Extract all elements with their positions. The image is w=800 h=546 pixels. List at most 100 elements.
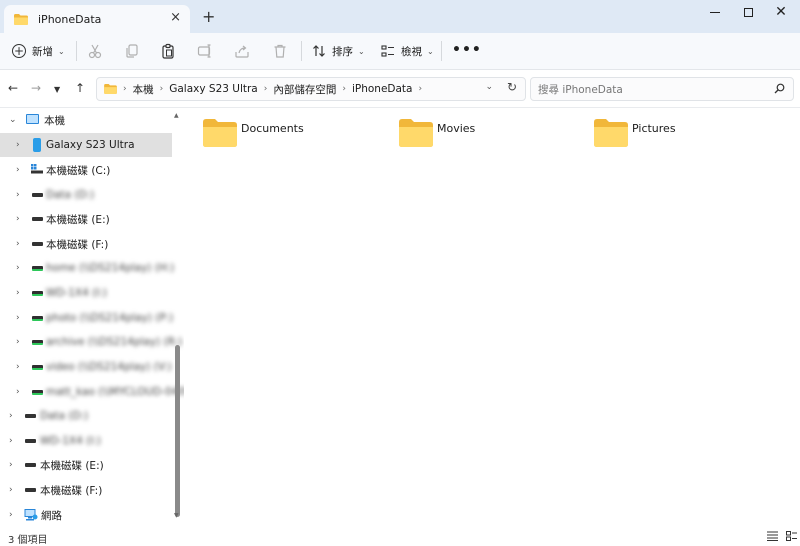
maximize-button[interactable] [731, 0, 765, 24]
cut-icon[interactable] [87, 43, 103, 59]
minimize-icon [710, 11, 720, 13]
breadcrumb-separator: › [263, 84, 268, 94]
breadcrumb-internal-storage[interactable]: 內部儲存空間 [273, 82, 336, 97]
breadcrumb-separator: › [123, 84, 127, 94]
paste-icon[interactable] [160, 43, 176, 59]
details-view-icon[interactable] [767, 531, 778, 541]
sidebar-item-drive-d[interactable]: › Data (D:) [0, 183, 172, 207]
folder-item-pictures[interactable]: Pictures [594, 116, 676, 150]
chevron-right-icon[interactable]: › [16, 239, 20, 249]
chevron-right-icon[interactable]: › [9, 436, 13, 446]
breadcrumb-iphonedata[interactable]: iPhoneData [352, 83, 413, 95]
sidebar-item-drive-f-2[interactable]: › 本機磁碟 (F:) [0, 478, 172, 502]
chevron-down-icon[interactable]: ⌄ [9, 115, 17, 125]
breadcrumb-separator: › [342, 84, 346, 94]
drive-icon [32, 193, 43, 197]
sidebar-item-galaxy-s23[interactable]: › Galaxy S23 Ultra [0, 133, 172, 157]
new-button[interactable]: + 新增 ⌄ [12, 41, 65, 61]
recent-locations-button[interactable]: ▼ [54, 83, 60, 97]
sidebar-item-network-drive-p[interactable]: › photo (\\DS214play) (P:) [0, 306, 173, 330]
breadcrumb-galaxy[interactable]: Galaxy S23 Ultra [169, 83, 258, 95]
folder-item-documents[interactable]: Documents [203, 116, 304, 150]
chevron-right-icon[interactable]: › [16, 288, 20, 298]
sidebar-item-network-drive-h[interactable]: › home (\\DS214play) (H:) [0, 256, 175, 280]
share-icon[interactable] [234, 43, 250, 59]
status-bar: 3 個項目 [0, 526, 800, 546]
sidebar-item-label: 網路 [41, 509, 62, 522]
breadcrumb-separator: › [159, 84, 164, 94]
view-button[interactable]: 檢視 ⌄ [381, 41, 434, 61]
chevron-right-icon[interactable]: › [16, 190, 20, 200]
sidebar-item-network-drive-v[interactable]: › video (\\DS214play) (V:) [0, 355, 172, 379]
sidebar-item-network-drive-i[interactable]: › WD-1X4 (I:) [0, 281, 172, 305]
sidebar-item-drive-e-2[interactable]: › 本機磁碟 (E:) [0, 453, 172, 477]
network-drive-icon [32, 390, 43, 395]
sidebar-item-label: 本機磁碟 (F:) [46, 238, 109, 251]
chevron-right-icon[interactable]: › [16, 362, 20, 372]
new-button-label: 新增 [32, 45, 53, 58]
chevron-right-icon[interactable]: › [16, 165, 20, 175]
sidebar-item-label: Galaxy S23 Ultra [46, 139, 135, 151]
more-options-button[interactable]: ••• [452, 42, 482, 58]
back-button[interactable]: ← [8, 81, 18, 95]
navigation-pane: ⌄ 本機 › Galaxy S23 Ultra › 本機磁碟 (C:) › Da… [0, 108, 192, 527]
sidebar-item-label: home (\\DS214play) (H:) [46, 262, 175, 274]
sidebar-item-drive-i-2[interactable]: › WD-1X4 (I:) [0, 429, 172, 453]
chevron-right-icon[interactable]: › [16, 263, 20, 273]
folder-icon [203, 119, 237, 147]
scroll-up-arrow[interactable]: ▲ [174, 112, 179, 119]
sidebar-item-drive-e[interactable]: › 本機磁碟 (E:) [0, 207, 172, 231]
file-name: Pictures [632, 121, 676, 135]
close-icon: ✕ [775, 4, 787, 20]
chevron-right-icon[interactable]: › [9, 411, 13, 421]
chevron-right-icon[interactable]: › [9, 485, 13, 495]
rename-icon[interactable] [197, 43, 213, 59]
forward-button[interactable]: → [31, 81, 41, 95]
tab-iphonedata[interactable]: iPhoneData × [4, 5, 190, 33]
sidebar-item-network-drive-mycloud[interactable]: › matt_kao (\\MYCLOUD-0409 [0, 380, 192, 404]
folder-icon [104, 84, 117, 94]
file-name: Movies [437, 121, 476, 135]
sidebar-item-drive-d-2[interactable]: › Data (D:) [0, 404, 172, 428]
sidebar-item-drive-f[interactable]: › 本機磁碟 (F:) [0, 232, 172, 256]
sidebar-item-label: 本機磁碟 (F:) [40, 484, 103, 497]
sidebar-scrollbar-thumb[interactable] [175, 345, 180, 517]
drive-icon [32, 217, 43, 221]
chevron-right-icon[interactable]: › [16, 214, 20, 224]
refresh-button[interactable]: ↻ [507, 80, 517, 94]
breadcrumb-separator: › [418, 84, 423, 94]
sidebar-item-network-drive-r[interactable]: › archive (\\DS214play) (R:) [0, 330, 182, 354]
search-box[interactable]: 搜尋 iPhoneData [530, 77, 794, 101]
sidebar-item-label: 本機磁碟 (E:) [40, 459, 104, 472]
breadcrumb-this-pc[interactable]: 本機 [133, 82, 154, 97]
chevron-right-icon[interactable]: › [9, 460, 13, 470]
delete-icon[interactable] [272, 43, 288, 59]
chevron-right-icon[interactable]: › [16, 140, 20, 150]
sidebar-item-network[interactable]: › 網路 [0, 503, 172, 527]
chevron-down-icon[interactable]: ⌄ [485, 82, 493, 92]
search-input[interactable]: 搜尋 iPhoneData [538, 82, 623, 97]
sidebar-item-label: Data (D:) [46, 189, 95, 201]
sidebar-item-this-pc[interactable]: ⌄ 本機 [0, 108, 172, 132]
close-tab-button[interactable]: × [170, 11, 181, 25]
sort-button[interactable]: 排序 ⌄ [312, 41, 365, 61]
chevron-right-icon[interactable]: › [16, 387, 20, 397]
address-bar[interactable]: › 本機 › Galaxy S23 Ultra › 內部儲存空間 › iPhon… [96, 77, 526, 101]
tiles-view-icon[interactable] [786, 531, 797, 541]
folder-icon [399, 119, 433, 147]
folder-item-movies[interactable]: Movies [399, 116, 475, 150]
up-button[interactable]: ↑ [75, 81, 85, 95]
copy-icon[interactable] [124, 43, 140, 59]
sidebar-item-label: WD-1X4 (I:) [40, 435, 101, 447]
minimize-button[interactable] [698, 0, 732, 24]
new-tab-button[interactable]: + [202, 9, 215, 25]
chevron-right-icon[interactable]: › [16, 337, 20, 347]
chevron-right-icon[interactable]: › [16, 313, 20, 323]
chevron-right-icon[interactable]: › [9, 510, 13, 520]
sidebar-item-drive-c[interactable]: › 本機磁碟 (C:) [0, 158, 172, 182]
sidebar-item-label: Data (D:) [40, 410, 89, 422]
close-window-button[interactable]: ✕ [764, 0, 798, 24]
network-drive-icon [32, 316, 43, 321]
drive-icon [25, 488, 36, 492]
scroll-down-arrow[interactable]: ▼ [174, 512, 179, 519]
